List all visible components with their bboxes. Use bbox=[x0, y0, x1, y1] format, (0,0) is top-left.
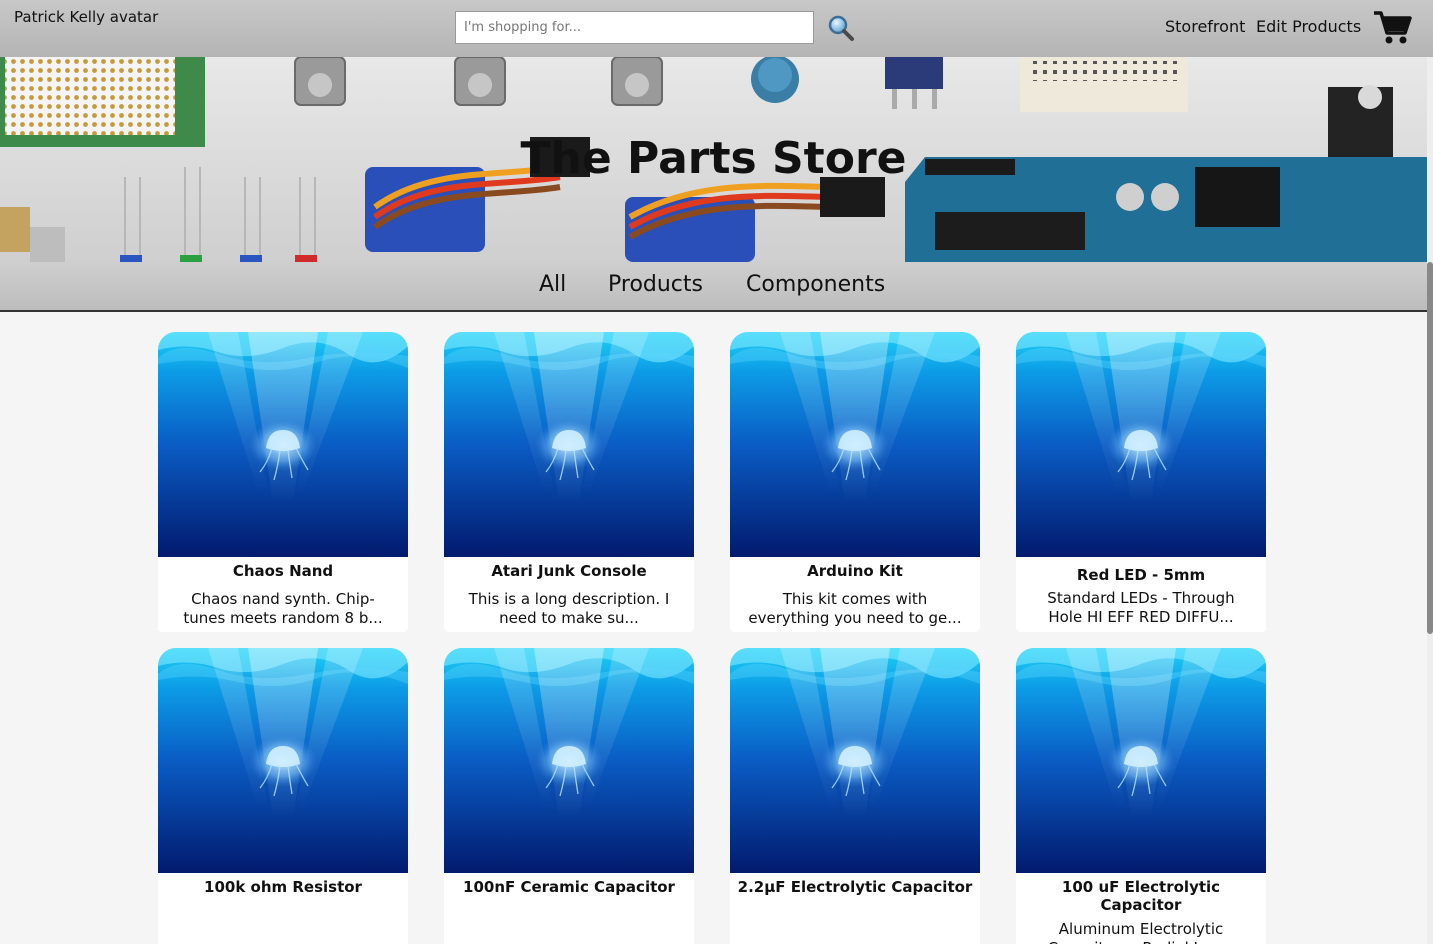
nav-storefront-link[interactable]: Storefront bbox=[1165, 17, 1245, 36]
product-name: Red LED - 5mm bbox=[1076, 566, 1206, 584]
search-input[interactable] bbox=[455, 11, 814, 44]
product-description: Aluminum Electrolytic Capacitors - Radia… bbox=[1048, 920, 1235, 944]
product-card[interactable]: 100k ohm Resistor bbox=[158, 648, 408, 944]
product-description: Chaos nand synth. Chip-tunes meets rando… bbox=[183, 590, 383, 627]
scrollbar-thumb[interactable] bbox=[1427, 262, 1433, 634]
product-card[interactable]: Red LED - 5mm Standard LEDs - Through Ho… bbox=[1016, 332, 1266, 632]
product-image bbox=[730, 648, 980, 873]
product-card[interactable]: Atari Junk Console This is a long descri… bbox=[444, 332, 694, 632]
product-card[interactable]: 100 uF Electrolytic Capacitor Aluminum E… bbox=[1016, 648, 1266, 944]
product-name: 100 uF Electrolytic Capacitor bbox=[1061, 878, 1221, 914]
product-image bbox=[1016, 332, 1266, 557]
product-image bbox=[444, 648, 694, 873]
product-image bbox=[158, 648, 408, 873]
store-title: The Parts Store bbox=[520, 133, 907, 184]
shopping-cart-icon[interactable] bbox=[1372, 9, 1412, 47]
product-name: Chaos Nand bbox=[232, 562, 334, 580]
category-components[interactable]: Components bbox=[746, 272, 885, 297]
product-name: Arduino Kit bbox=[807, 562, 903, 580]
category-products[interactable]: Products bbox=[608, 272, 703, 297]
product-description: Standard LEDs - Through Hole HI EFF RED … bbox=[1047, 589, 1235, 626]
product-image bbox=[444, 332, 694, 557]
product-image bbox=[1016, 648, 1266, 873]
product-image bbox=[158, 332, 408, 557]
product-description: This is a long description. I need to ma… bbox=[468, 590, 670, 627]
category-all[interactable]: All bbox=[539, 272, 566, 297]
product-name: 100nF Ceramic Capacitor bbox=[463, 878, 675, 896]
product-name: 2.2µF Electrolytic Capacitor bbox=[737, 878, 973, 896]
product-card[interactable]: 2.2µF Electrolytic Capacitor bbox=[730, 648, 980, 944]
user-avatar[interactable]: Patrick Kelly avatar bbox=[14, 8, 158, 26]
product-card[interactable]: 100nF Ceramic Capacitor bbox=[444, 648, 694, 944]
product-name: 100k ohm Resistor bbox=[204, 878, 362, 896]
product-card[interactable]: Chaos Nand Chaos nand synth. Chip-tunes … bbox=[158, 332, 408, 632]
product-image bbox=[730, 332, 980, 557]
product-card[interactable]: Arduino Kit This kit comes with everythi… bbox=[730, 332, 980, 632]
hero-banner: The Parts Store bbox=[0, 57, 1427, 262]
top-header: Patrick Kelly avatar Storefront Edit Pro… bbox=[0, 0, 1433, 57]
category-nav: All Products Components bbox=[0, 262, 1433, 312]
search-icon[interactable] bbox=[826, 13, 856, 43]
product-name: Atari Junk Console bbox=[491, 562, 647, 580]
nav-edit-products-link[interactable]: Edit Products bbox=[1256, 17, 1361, 36]
product-description: This kit comes with everything you need … bbox=[748, 590, 962, 627]
